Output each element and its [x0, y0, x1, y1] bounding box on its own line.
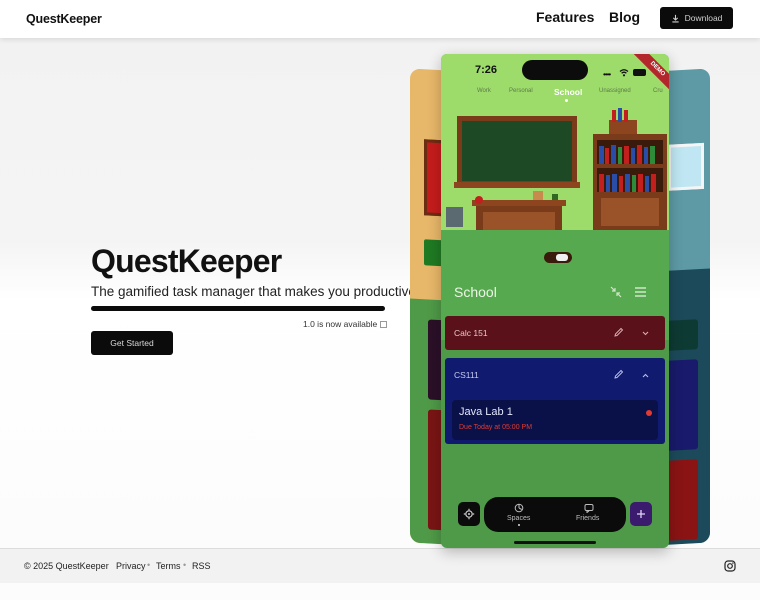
footer-link-privacy[interactable]: Privacy	[116, 561, 146, 571]
instagram-icon[interactable]	[724, 560, 736, 572]
phone-mockup: 7:26 •••• DEMO Work Personal School Unas…	[441, 54, 669, 548]
copyright-text: © 2025 QuestKeeper	[24, 561, 109, 571]
status-time: 7:26	[475, 64, 498, 76]
plus-icon	[637, 510, 645, 518]
download-button-label: Download	[684, 13, 723, 23]
group-card-cs111[interactable]: CS111 Java Lab 1 Due Today at 05:00 PM	[445, 358, 665, 444]
settings-button[interactable]	[458, 502, 480, 526]
active-tab-dot	[565, 99, 568, 102]
site-footer: © 2025 QuestKeeper Privacy • Terms • RSS	[0, 548, 760, 583]
square-icon	[380, 320, 388, 328]
window-decoration	[668, 142, 704, 191]
version-note-text: 1.0 is now available	[303, 319, 378, 329]
hero-subtitle: The gamified task manager that makes you…	[91, 284, 420, 299]
footer-link-terms[interactable]: Terms	[156, 561, 181, 571]
nav-friends-button[interactable]: Friends	[572, 501, 606, 529]
nav-spaces-label: Spaces	[507, 515, 531, 522]
tab-work[interactable]: Work	[477, 88, 491, 94]
tab-personal[interactable]: Personal	[509, 88, 533, 94]
top-navigation-bar: QuestKeeper Features Blog Download	[0, 0, 760, 38]
gear-icon	[463, 508, 475, 520]
get-started-button[interactable]: Get Started	[91, 331, 173, 355]
group-card-title: Calc 151	[454, 328, 488, 338]
brand-logo[interactable]: QuestKeeper	[26, 12, 102, 26]
spaces-icon	[514, 503, 524, 513]
priority-dot	[646, 410, 652, 416]
tab-unassigned[interactable]: Unassigned	[599, 88, 631, 94]
nav-link-features[interactable]: Features	[536, 9, 594, 25]
status-icons: ••••	[603, 68, 648, 79]
nav-spaces-button[interactable]: Spaces	[502, 501, 536, 529]
chevron-up-icon[interactable]	[641, 371, 650, 380]
version-note[interactable]: 1.0 is now available	[303, 319, 388, 329]
task-due-date: Due Today at 05:00 PM	[459, 424, 533, 431]
battery-icon	[633, 69, 646, 76]
footer-link-rss[interactable]: RSS	[192, 561, 211, 571]
space-title: School	[454, 284, 497, 300]
active-nav-dot	[518, 524, 520, 526]
pet-character	[544, 252, 572, 263]
chevron-down-icon[interactable]	[641, 329, 650, 338]
home-indicator	[514, 541, 596, 544]
hero-divider	[91, 306, 385, 311]
add-task-button[interactable]	[630, 502, 652, 526]
tab-partial[interactable]: Cru	[653, 88, 663, 94]
footer-separator: •	[183, 560, 187, 570]
task-title: Java Lab 1	[459, 406, 513, 418]
wifi-icon	[619, 69, 629, 77]
footer-separator: •	[147, 560, 151, 570]
group-card-calc151[interactable]: Calc 151	[445, 316, 665, 350]
nav-friends-label: Friends	[576, 515, 600, 522]
dynamic-island	[522, 60, 588, 80]
pencil-icon[interactable]	[613, 369, 624, 380]
group-card-title: CS111	[454, 370, 479, 380]
download-button[interactable]: Download	[660, 7, 733, 29]
nav-link-blog[interactable]: Blog	[609, 9, 640, 25]
task-item[interactable]: Java Lab 1 Due Today at 05:00 PM	[452, 400, 658, 440]
collapse-icon[interactable]	[610, 286, 622, 298]
download-icon	[671, 14, 679, 22]
space-tabs: Work Personal School Unassigned Cru	[441, 87, 669, 102]
pencil-icon[interactable]	[613, 327, 624, 338]
friends-icon	[584, 504, 594, 513]
bottom-navigation: Spaces Friends	[484, 497, 626, 532]
menu-icon[interactable]	[634, 286, 647, 298]
classroom-illustration	[446, 108, 667, 248]
hero-title: QuestKeeper	[91, 243, 282, 279]
classroom-scene	[441, 54, 669, 248]
tab-school[interactable]: School	[554, 87, 582, 97]
